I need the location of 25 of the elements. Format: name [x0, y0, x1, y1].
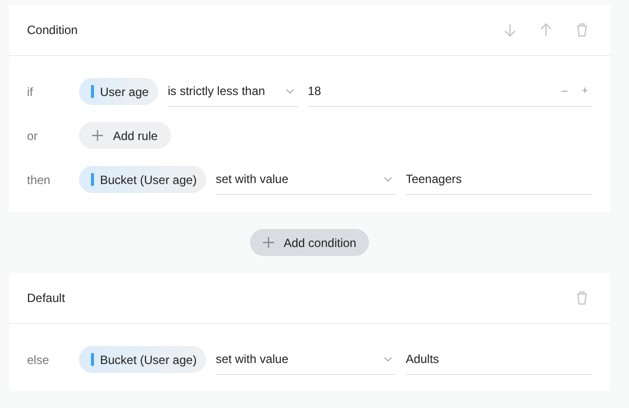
keyword-label: else: [27, 352, 50, 366]
operator-select[interactable]: set with value: [216, 344, 396, 375]
plus-icon: [92, 130, 103, 141]
field-chip[interactable]: Bucket (User age): [79, 166, 206, 193]
arrow-up-icon[interactable]: [540, 23, 552, 37]
chevron-down-icon: [384, 176, 392, 182]
trash-icon[interactable]: [576, 23, 588, 37]
card-title: Default: [27, 291, 66, 305]
field-chip[interactable]: Bucket (User age): [79, 346, 206, 373]
chevron-down-icon: [286, 88, 294, 94]
field-chip[interactable]: User age: [79, 78, 158, 105]
card-title: Condition: [27, 23, 78, 37]
keyword-label: then: [27, 172, 52, 186]
add-rule-button[interactable]: Add rule: [79, 122, 171, 149]
keyword-label: or: [27, 128, 39, 142]
trash-icon[interactable]: [576, 291, 588, 305]
operator-select[interactable]: set with value: [216, 164, 396, 195]
value-input[interactable]: Teenagers: [406, 164, 592, 195]
chevron-down-icon: [384, 356, 392, 362]
keyword-label: if: [27, 84, 34, 98]
value-input[interactable]: Adults: [406, 344, 592, 375]
operator-select[interactable]: is strictly less than: [168, 76, 298, 107]
arrow-down-icon[interactable]: [504, 23, 516, 37]
plus-icon: [262, 237, 274, 248]
add-condition-button[interactable]: Add condition: [250, 229, 370, 256]
